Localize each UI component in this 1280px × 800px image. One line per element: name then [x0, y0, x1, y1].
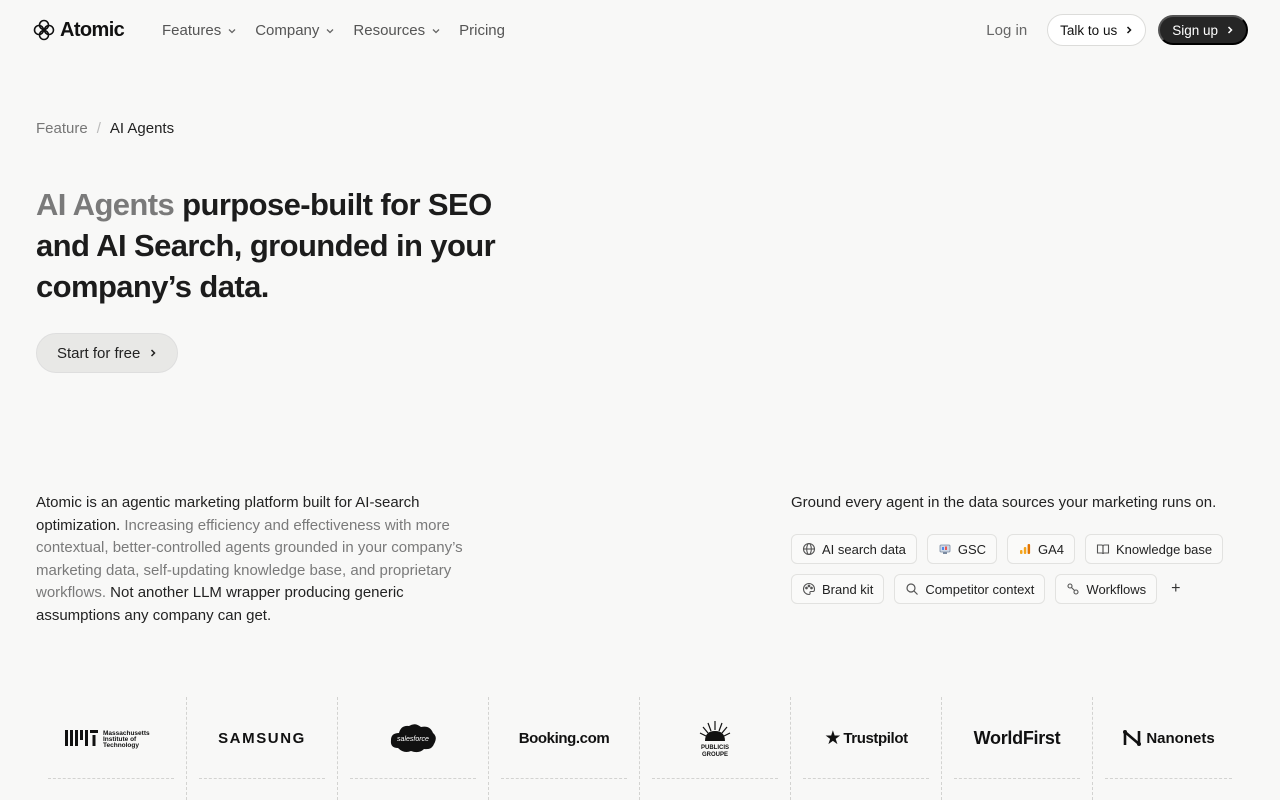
nav-features-label: Features	[162, 22, 222, 39]
nav-company[interactable]: Company	[255, 22, 335, 39]
mit-logo-icon: Massachusetts Institute of Technology	[65, 730, 150, 749]
star-icon: ★	[824, 727, 842, 749]
nav-resources[interactable]: Resources	[353, 22, 441, 39]
logo-samsung: SAMSUNG	[187, 697, 338, 779]
logo-cell-placeholder	[640, 782, 791, 800]
globe-icon	[802, 542, 816, 556]
chip-label: GSC	[957, 541, 986, 557]
chip-label: GA4	[1038, 541, 1065, 557]
chip-label: Knowledge base	[1116, 541, 1213, 557]
talk-to-us-button[interactable]: Talk to us	[1047, 14, 1147, 46]
search-icon	[906, 583, 919, 595]
breadcrumb-current: AI Agents	[109, 120, 175, 137]
logo-cell-placeholder	[942, 782, 1093, 800]
nav-resources-label: Resources	[353, 22, 426, 39]
chevron-right-icon	[1127, 26, 1132, 34]
atomic-logo-icon	[33, 19, 55, 41]
data-sources-heading: Ground every agent in the data sources y…	[791, 494, 1217, 511]
chip-workflows[interactable]: Workflows	[1055, 574, 1158, 604]
top-nav: Atomic Features Company Resources Pricin…	[0, 0, 1280, 62]
data-source-chips: AI search data GSC GA4 Knowledge base Br…	[791, 534, 1251, 604]
mit-line-3: Technology	[103, 742, 139, 749]
breadcrumb: Feature / AI Agents	[36, 120, 174, 137]
chip-ai-search-data[interactable]: AI search data	[791, 534, 917, 564]
nanonets-logo-icon	[1123, 730, 1142, 746]
logo-mit: Massachusetts Institute of Technology	[36, 697, 187, 779]
logo-cell-placeholder	[791, 782, 942, 800]
palette-icon	[803, 582, 816, 596]
primary-nav: Features Company Resources Pricing	[162, 22, 505, 39]
talk-to-us-label: Talk to us	[1060, 22, 1118, 38]
sign-up-label: Sign up	[1172, 22, 1218, 38]
logo-cell-placeholder	[1093, 782, 1244, 800]
customer-logos-row-2	[36, 782, 1244, 800]
logo-publicis: PUBLICIS GROUPE	[640, 697, 791, 779]
chip-label: Competitor context	[925, 581, 1035, 597]
chevron-down-icon	[432, 28, 440, 33]
logo-worldfirst: WorldFirst	[942, 697, 1093, 779]
breadcrumb-separator: /	[96, 120, 101, 137]
logo-cell-placeholder	[489, 782, 640, 800]
nav-pricing-label: Pricing	[459, 22, 505, 39]
worldfirst-wordmark: WorldFirst	[973, 727, 1061, 748]
nanonets-wordmark: Nanonets	[1146, 729, 1215, 747]
nav-features[interactable]: Features	[162, 22, 237, 39]
chevron-right-icon	[151, 349, 156, 357]
samsung-wordmark: SAMSUNG	[218, 729, 306, 747]
brand-name: Atomic	[60, 18, 125, 41]
nav-actions: Log in Talk to us Sign up	[986, 14, 1248, 46]
chip-ga4[interactable]: GA4	[1007, 534, 1076, 564]
chevron-down-icon	[326, 28, 334, 33]
publicis-line-1: PUBLICIS	[701, 745, 729, 751]
book-icon	[1096, 544, 1110, 555]
chip-competitor-context[interactable]: Competitor context	[894, 574, 1046, 604]
chip-brand-kit[interactable]: Brand kit	[791, 574, 885, 604]
nav-company-label: Company	[255, 22, 320, 39]
breadcrumb-feature[interactable]: Feature	[36, 120, 88, 137]
logo-booking: Booking.com	[489, 697, 640, 779]
logo-salesforce: salesforce	[338, 697, 489, 779]
login-link[interactable]: Log in	[986, 22, 1027, 39]
logo-nanonets: Nanonets	[1093, 697, 1244, 779]
page-title: AI Agents purpose-built for SEO and AI S…	[36, 184, 516, 307]
chip-label: AI search data	[822, 541, 906, 557]
chip-label: Brand kit	[822, 581, 874, 597]
chip-gsc[interactable]: GSC	[926, 534, 997, 564]
workflow-icon	[1067, 583, 1079, 595]
ga4-icon	[1020, 544, 1031, 554]
more-sources-plus[interactable]: +	[1171, 580, 1180, 598]
logo-trustpilot: ★ Trustpilot	[791, 697, 942, 779]
chevron-right-icon	[1227, 26, 1233, 34]
publicis-logo-icon: PUBLICIS GROUPE	[699, 721, 731, 758]
start-for-free-label: Start for free	[57, 344, 141, 362]
page-title-accent: AI Agents	[36, 187, 175, 222]
gsc-icon	[939, 544, 951, 554]
publicis-line-2: GROUPE	[702, 752, 728, 758]
trustpilot-wordmark: Trustpilot	[843, 729, 908, 747]
booking-wordmark: Booking.com	[518, 729, 610, 747]
chip-knowledge-base[interactable]: Knowledge base	[1085, 534, 1224, 564]
chevron-down-icon	[228, 28, 236, 33]
logo-cell-placeholder	[36, 782, 187, 800]
chip-label: Workflows	[1086, 581, 1147, 597]
nav-pricing[interactable]: Pricing	[459, 22, 505, 39]
platform-description: Atomic is an agentic marketing platform …	[36, 492, 476, 627]
salesforce-cloud-icon: salesforce	[390, 724, 436, 753]
atomic-logo[interactable]: Atomic	[32, 18, 125, 42]
salesforce-wordmark: salesforce	[397, 736, 429, 743]
logo-cell-placeholder	[338, 782, 489, 800]
start-for-free-button[interactable]: Start for free	[36, 333, 179, 373]
logo-cell-placeholder	[187, 782, 338, 800]
sign-up-button[interactable]: Sign up	[1158, 15, 1248, 45]
